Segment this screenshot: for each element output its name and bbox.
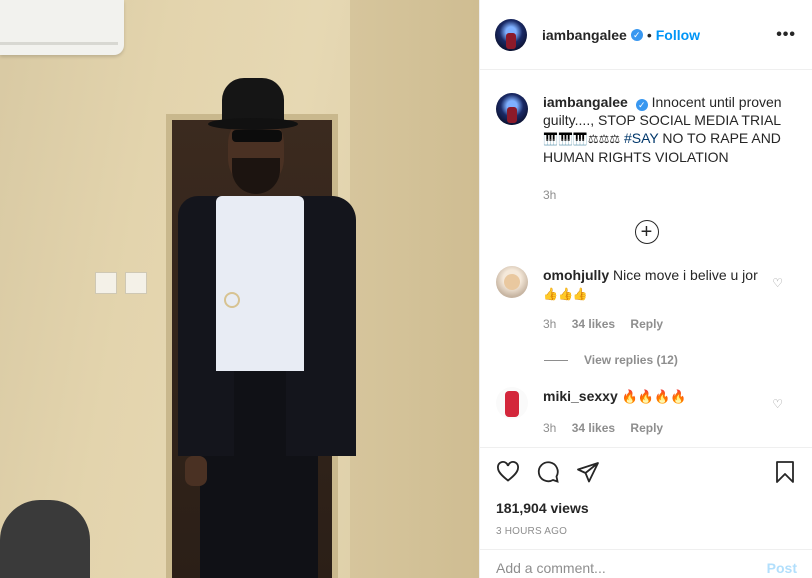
- caption-emoji-piano: 🎹🎹🎹: [543, 132, 588, 146]
- post-actions-area: 181,904 views 3 HOURS AGO: [480, 447, 812, 537]
- commenter-avatar[interactable]: [496, 266, 528, 298]
- add-comment-input[interactable]: [496, 552, 767, 576]
- share-icon[interactable]: [576, 460, 600, 484]
- load-more-comments: +: [496, 220, 797, 244]
- comment-meta: 3h 34 likes Reply: [543, 419, 763, 437]
- comment-time[interactable]: 3h: [543, 317, 556, 331]
- comment-text: Nice move i belive u jor: [613, 267, 758, 283]
- comment-likes[interactable]: 34 likes: [572, 317, 615, 331]
- add-comment-bar: Post: [480, 549, 812, 578]
- comment-icon[interactable]: [536, 460, 560, 484]
- person-shirt: [216, 196, 304, 371]
- post-caption: iambangalee ✓ Innocent until proven guil…: [496, 71, 797, 204]
- comment-username[interactable]: omohjully: [543, 267, 609, 283]
- like-comment-heart-icon[interactable]: ♡: [772, 397, 783, 411]
- person-pendant: [224, 292, 240, 308]
- comment-time[interactable]: 3h: [543, 421, 556, 435]
- post-comment-button[interactable]: Post: [767, 552, 797, 576]
- load-more-plus-icon[interactable]: +: [634, 220, 659, 244]
- post-header: iambangalee ✓ • Follow •••: [480, 0, 812, 70]
- separator-dot: •: [646, 26, 652, 43]
- caption-author-avatar[interactable]: [496, 93, 528, 125]
- author-avatar[interactable]: [495, 18, 527, 51]
- comment-emoji: 👍👍👍: [543, 287, 588, 301]
- view-count: 181,904 views: [496, 500, 589, 516]
- view-replies-line: [544, 359, 568, 361]
- comment-meta: 3h 34 likes Reply: [543, 315, 763, 333]
- caption-body: iambangalee ✓ Innocent until proven guil…: [543, 93, 795, 204]
- comment-emoji: 🔥🔥🔥🔥: [621, 390, 687, 405]
- light-switch: [125, 272, 147, 294]
- reply-button[interactable]: Reply: [630, 421, 663, 435]
- person-sunglasses: [232, 130, 282, 142]
- air-conditioner: [0, 0, 124, 55]
- action-icons-row: [496, 458, 797, 486]
- comment-item: omohjully Nice move i belive u jor 👍👍👍 3h…: [496, 266, 797, 333]
- light-switch: [95, 272, 117, 294]
- person-hand: [185, 456, 207, 486]
- more-options-icon[interactable]: •••: [776, 26, 796, 43]
- post-timestamp[interactable]: 3 HOURS AGO: [496, 526, 797, 537]
- commenter-avatar[interactable]: [496, 387, 528, 419]
- chair: [0, 500, 90, 578]
- follow-button[interactable]: Follow: [656, 27, 700, 43]
- post-media-video[interactable]: [0, 0, 479, 578]
- person-beard: [232, 158, 280, 194]
- caption-timestamp[interactable]: 3h: [543, 186, 795, 204]
- reply-button[interactable]: Reply: [630, 317, 663, 331]
- post-side-panel: iambangalee ✓ • Follow ••• iambangalee ✓…: [479, 0, 812, 578]
- author-username[interactable]: iambangalee: [542, 27, 627, 43]
- view-replies-label: View replies (12): [584, 353, 678, 367]
- author-name-row: iambangalee ✓ • Follow: [542, 27, 776, 43]
- view-replies-button[interactable]: View replies (12): [544, 353, 797, 367]
- person-figure: [150, 78, 370, 578]
- caption-hashtag[interactable]: #SAY: [624, 130, 659, 146]
- caption-username[interactable]: iambangalee: [543, 94, 628, 110]
- bookmark-icon[interactable]: [773, 460, 797, 484]
- comment-item: miki_sexxy 🔥🔥🔥🔥 3h 34 likes Reply ♡: [496, 387, 797, 437]
- comment-likes[interactable]: 34 likes: [572, 421, 615, 435]
- caption-emoji-scales: ⚖⚖⚖: [587, 132, 621, 146]
- person-hat-brim: [208, 118, 298, 130]
- comments-list[interactable]: iambangalee ✓ Innocent until proven guil…: [480, 71, 812, 447]
- verified-badge-icon: ✓: [630, 28, 643, 41]
- comment-body: omohjully Nice move i belive u jor 👍👍👍 3h…: [543, 266, 763, 333]
- verified-badge-icon: ✓: [635, 99, 648, 111]
- like-comment-heart-icon[interactable]: ♡: [772, 276, 783, 290]
- comment-body: miki_sexxy 🔥🔥🔥🔥 3h 34 likes Reply: [543, 387, 763, 437]
- comment-username[interactable]: miki_sexxy: [543, 388, 618, 404]
- heart-icon[interactable]: [496, 460, 520, 484]
